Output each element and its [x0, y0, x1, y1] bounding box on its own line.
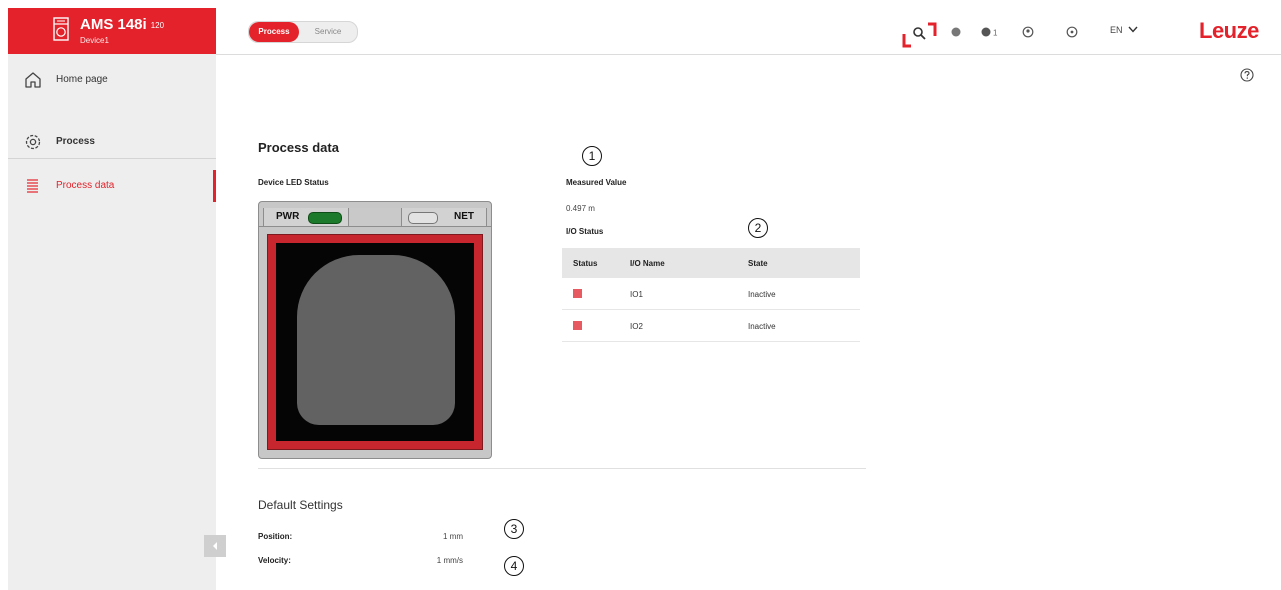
default-settings-title: Default Settings	[258, 498, 343, 512]
sidebar-item-home[interactable]: Home page	[8, 66, 216, 94]
callout-3: 3	[504, 519, 524, 539]
user-icon[interactable]	[1022, 26, 1034, 38]
mode-tabs: Process Service	[248, 21, 358, 43]
gear-icon	[25, 134, 41, 150]
callout-1: 1	[582, 146, 602, 166]
io-status-indicator	[573, 321, 582, 330]
sidebar-item-process[interactable]: Process	[8, 128, 216, 156]
net-led-box: NET	[401, 208, 487, 226]
pwr-label: PWR	[276, 211, 300, 222]
io-status-indicator	[573, 289, 582, 298]
device-range: 120	[150, 21, 165, 30]
page-title: Process data	[258, 140, 339, 155]
table-header: Status I/O Name State	[562, 248, 860, 278]
net-label: NET	[454, 211, 474, 222]
led-status-label: Device LED Status	[258, 178, 329, 187]
tab-process[interactable]: Process	[249, 22, 299, 42]
table-row: IO1 Inactive	[562, 278, 860, 310]
callout-4: 4	[504, 556, 524, 576]
table-row: IO2 Inactive	[562, 310, 860, 342]
sidebar-item-label: Process data	[56, 180, 115, 191]
pwr-led-indicator	[308, 212, 342, 224]
io-name: IO2	[630, 322, 643, 331]
notification-count: 1	[993, 29, 998, 38]
velocity-value: 1 mm/s	[436, 556, 463, 565]
io-status-label: I/O Status	[566, 227, 604, 236]
help-icon[interactable]	[1240, 68, 1254, 82]
callout-2: 2	[748, 218, 768, 238]
sidebar: AMS 148i 120 Device1 Home page Process Pr…	[8, 8, 226, 590]
column-header: Status	[573, 259, 598, 268]
sidebar-item-label: Process	[56, 136, 95, 147]
position-value: 1 mm	[443, 532, 463, 541]
notification-icon[interactable]: 1	[980, 26, 1000, 38]
section-divider	[258, 468, 866, 469]
measured-value-label: Measured Value	[566, 178, 627, 187]
top-bar: Process Service 1 EN Leuze	[216, 8, 1281, 55]
io-name: IO1	[630, 290, 643, 299]
column-header: I/O Name	[630, 259, 665, 268]
active-indicator	[213, 170, 216, 202]
device-model: AMS 148i 120	[80, 16, 165, 33]
tab-service[interactable]: Service	[301, 22, 355, 42]
brand-logo: Leuze	[1199, 18, 1259, 43]
net-led-indicator	[408, 212, 438, 224]
sidebar-item-label: Home page	[56, 74, 108, 85]
device-icon	[53, 17, 69, 41]
status-dot-icon[interactable]	[950, 26, 962, 38]
leuze-search-icon[interactable]	[902, 22, 938, 48]
device-header: AMS 148i 120 Device1	[8, 8, 216, 54]
device-led-panel: PWR NET	[258, 201, 492, 459]
led-strip: PWR NET	[259, 208, 491, 227]
device-name: Device1	[80, 36, 109, 45]
device-front-window	[276, 243, 474, 441]
chevron-down-icon	[1128, 26, 1138, 33]
device-front-frame	[267, 234, 483, 450]
device-lens	[297, 255, 455, 425]
io-state: Inactive	[748, 322, 776, 331]
column-header: State	[748, 259, 768, 268]
language-select[interactable]: EN	[1110, 25, 1138, 35]
sidebar-divider	[8, 158, 216, 159]
collapse-sidebar-button[interactable]	[204, 535, 226, 557]
measured-value: 0.497 m	[566, 204, 595, 213]
language-label: EN	[1110, 25, 1123, 35]
list-icon	[27, 179, 38, 193]
settings-icon[interactable]	[1066, 26, 1078, 38]
pwr-led-box: PWR	[263, 208, 349, 226]
io-state: Inactive	[748, 290, 776, 299]
chevron-left-icon	[213, 542, 217, 550]
velocity-label: Velocity:	[258, 556, 291, 565]
sidebar-item-process-data[interactable]: Process data	[8, 172, 216, 200]
home-icon	[25, 72, 41, 88]
position-label: Position:	[258, 532, 293, 541]
